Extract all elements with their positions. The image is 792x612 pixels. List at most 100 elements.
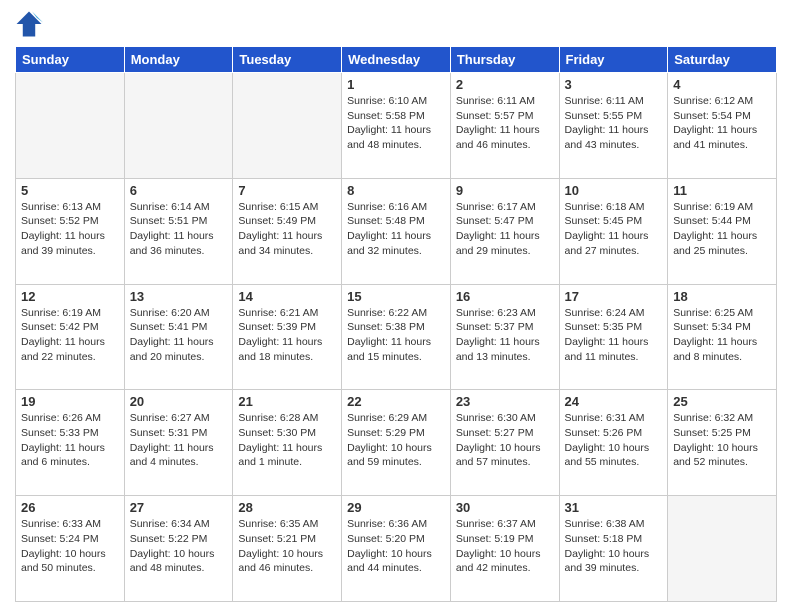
day-info: Sunrise: 6:11 AM Sunset: 5:55 PM Dayligh…: [565, 94, 663, 153]
day-number: 12: [21, 289, 119, 304]
day-number: 24: [565, 394, 663, 409]
calendar-header-row: SundayMondayTuesdayWednesdayThursdayFrid…: [16, 47, 777, 73]
calendar-day-cell: 15 Sunrise: 6:22 AM Sunset: 5:38 PM Dayli…: [342, 284, 451, 390]
calendar-day-header: Friday: [559, 47, 668, 73]
day-number: 13: [130, 289, 228, 304]
calendar-day-cell: 11 Sunrise: 6:19 AM Sunset: 5:44 PM Dayli…: [668, 178, 777, 284]
calendar-day-header: Saturday: [668, 47, 777, 73]
day-number: 9: [456, 183, 554, 198]
day-info: Sunrise: 6:16 AM Sunset: 5:48 PM Dayligh…: [347, 200, 445, 259]
day-number: 6: [130, 183, 228, 198]
day-number: 2: [456, 77, 554, 92]
calendar-day-cell: 14 Sunrise: 6:21 AM Sunset: 5:39 PM Dayli…: [233, 284, 342, 390]
day-number: 5: [21, 183, 119, 198]
day-number: 19: [21, 394, 119, 409]
calendar-week-row: 5 Sunrise: 6:13 AM Sunset: 5:52 PM Daylig…: [16, 178, 777, 284]
day-info: Sunrise: 6:22 AM Sunset: 5:38 PM Dayligh…: [347, 306, 445, 365]
day-info: Sunrise: 6:23 AM Sunset: 5:37 PM Dayligh…: [456, 306, 554, 365]
day-info: Sunrise: 6:12 AM Sunset: 5:54 PM Dayligh…: [673, 94, 771, 153]
day-number: 8: [347, 183, 445, 198]
calendar-day-header: Wednesday: [342, 47, 451, 73]
day-info: Sunrise: 6:37 AM Sunset: 5:19 PM Dayligh…: [456, 517, 554, 576]
day-number: 20: [130, 394, 228, 409]
calendar-day-cell: 19 Sunrise: 6:26 AM Sunset: 5:33 PM Dayli…: [16, 390, 125, 496]
calendar-day-cell: [233, 73, 342, 179]
calendar-day-cell: 1Sunrise: 6:10 AM Sunset: 5:58 PM Daylig…: [342, 73, 451, 179]
logo: [15, 10, 47, 38]
calendar-day-header: Sunday: [16, 47, 125, 73]
day-info: Sunrise: 6:26 AM Sunset: 5:33 PM Dayligh…: [21, 411, 119, 470]
day-info: Sunrise: 6:32 AM Sunset: 5:25 PM Dayligh…: [673, 411, 771, 470]
day-number: 27: [130, 500, 228, 515]
calendar-week-row: 12 Sunrise: 6:19 AM Sunset: 5:42 PM Dayli…: [16, 284, 777, 390]
day-info: Sunrise: 6:33 AM Sunset: 5:24 PM Dayligh…: [21, 517, 119, 576]
calendar-day-cell: 20 Sunrise: 6:27 AM Sunset: 5:31 PM Dayli…: [124, 390, 233, 496]
logo-icon: [15, 10, 43, 38]
day-number: 31: [565, 500, 663, 515]
calendar-day-cell: 17 Sunrise: 6:24 AM Sunset: 5:35 PM Dayli…: [559, 284, 668, 390]
calendar-day-cell: 13 Sunrise: 6:20 AM Sunset: 5:41 PM Dayli…: [124, 284, 233, 390]
calendar-day-cell: 18 Sunrise: 6:25 AM Sunset: 5:34 PM Dayli…: [668, 284, 777, 390]
page-container: SundayMondayTuesdayWednesdayThursdayFrid…: [0, 0, 792, 612]
day-info: Sunrise: 6:21 AM Sunset: 5:39 PM Dayligh…: [238, 306, 336, 365]
calendar-day-cell: 31Sunrise: 6:38 AM Sunset: 5:18 PM Dayli…: [559, 496, 668, 602]
day-info: Sunrise: 6:29 AM Sunset: 5:29 PM Dayligh…: [347, 411, 445, 470]
day-info: Sunrise: 6:30 AM Sunset: 5:27 PM Dayligh…: [456, 411, 554, 470]
page-header: [15, 10, 777, 38]
calendar-day-header: Monday: [124, 47, 233, 73]
day-number: 29: [347, 500, 445, 515]
day-info: Sunrise: 6:19 AM Sunset: 5:44 PM Dayligh…: [673, 200, 771, 259]
day-info: Sunrise: 6:24 AM Sunset: 5:35 PM Dayligh…: [565, 306, 663, 365]
calendar-day-cell: 5 Sunrise: 6:13 AM Sunset: 5:52 PM Daylig…: [16, 178, 125, 284]
calendar-day-cell: 23 Sunrise: 6:30 AM Sunset: 5:27 PM Dayli…: [450, 390, 559, 496]
calendar-day-cell: 27 Sunrise: 6:34 AM Sunset: 5:22 PM Dayli…: [124, 496, 233, 602]
calendar-day-cell: 12 Sunrise: 6:19 AM Sunset: 5:42 PM Dayli…: [16, 284, 125, 390]
calendar-day-cell: [668, 496, 777, 602]
day-info: Sunrise: 6:35 AM Sunset: 5:21 PM Dayligh…: [238, 517, 336, 576]
day-number: 22: [347, 394, 445, 409]
calendar-day-cell: 10Sunrise: 6:18 AM Sunset: 5:45 PM Dayli…: [559, 178, 668, 284]
day-number: 18: [673, 289, 771, 304]
calendar-day-cell: 7Sunrise: 6:15 AM Sunset: 5:49 PM Daylig…: [233, 178, 342, 284]
day-info: Sunrise: 6:19 AM Sunset: 5:42 PM Dayligh…: [21, 306, 119, 365]
day-number: 14: [238, 289, 336, 304]
calendar-day-cell: 8 Sunrise: 6:16 AM Sunset: 5:48 PM Daylig…: [342, 178, 451, 284]
day-number: 16: [456, 289, 554, 304]
calendar-table: SundayMondayTuesdayWednesdayThursdayFrid…: [15, 46, 777, 602]
day-number: 11: [673, 183, 771, 198]
day-info: Sunrise: 6:20 AM Sunset: 5:41 PM Dayligh…: [130, 306, 228, 365]
calendar-day-cell: 9Sunrise: 6:17 AM Sunset: 5:47 PM Daylig…: [450, 178, 559, 284]
day-number: 25: [673, 394, 771, 409]
calendar-day-cell: 22 Sunrise: 6:29 AM Sunset: 5:29 PM Dayli…: [342, 390, 451, 496]
day-info: Sunrise: 6:25 AM Sunset: 5:34 PM Dayligh…: [673, 306, 771, 365]
calendar-day-cell: 28 Sunrise: 6:35 AM Sunset: 5:21 PM Dayli…: [233, 496, 342, 602]
day-number: 23: [456, 394, 554, 409]
calendar-day-cell: [16, 73, 125, 179]
day-info: Sunrise: 6:36 AM Sunset: 5:20 PM Dayligh…: [347, 517, 445, 576]
day-number: 30: [456, 500, 554, 515]
calendar-day-cell: 6 Sunrise: 6:14 AM Sunset: 5:51 PM Daylig…: [124, 178, 233, 284]
calendar-day-cell: 4 Sunrise: 6:12 AM Sunset: 5:54 PM Daylig…: [668, 73, 777, 179]
day-info: Sunrise: 6:34 AM Sunset: 5:22 PM Dayligh…: [130, 517, 228, 576]
calendar-day-cell: [124, 73, 233, 179]
day-number: 28: [238, 500, 336, 515]
day-number: 21: [238, 394, 336, 409]
day-number: 1: [347, 77, 445, 92]
day-info: Sunrise: 6:31 AM Sunset: 5:26 PM Dayligh…: [565, 411, 663, 470]
calendar-day-cell: 26Sunrise: 6:33 AM Sunset: 5:24 PM Dayli…: [16, 496, 125, 602]
calendar-day-cell: 25 Sunrise: 6:32 AM Sunset: 5:25 PM Dayli…: [668, 390, 777, 496]
calendar-day-cell: 3 Sunrise: 6:11 AM Sunset: 5:55 PM Daylig…: [559, 73, 668, 179]
calendar-day-cell: 21Sunrise: 6:28 AM Sunset: 5:30 PM Dayli…: [233, 390, 342, 496]
day-number: 4: [673, 77, 771, 92]
day-info: Sunrise: 6:14 AM Sunset: 5:51 PM Dayligh…: [130, 200, 228, 259]
day-info: Sunrise: 6:27 AM Sunset: 5:31 PM Dayligh…: [130, 411, 228, 470]
day-info: Sunrise: 6:11 AM Sunset: 5:57 PM Dayligh…: [456, 94, 554, 153]
day-info: Sunrise: 6:13 AM Sunset: 5:52 PM Dayligh…: [21, 200, 119, 259]
day-number: 3: [565, 77, 663, 92]
day-number: 15: [347, 289, 445, 304]
day-number: 17: [565, 289, 663, 304]
day-number: 10: [565, 183, 663, 198]
calendar-day-cell: 24 Sunrise: 6:31 AM Sunset: 5:26 PM Dayli…: [559, 390, 668, 496]
calendar-day-header: Thursday: [450, 47, 559, 73]
calendar-day-cell: 2 Sunrise: 6:11 AM Sunset: 5:57 PM Daylig…: [450, 73, 559, 179]
